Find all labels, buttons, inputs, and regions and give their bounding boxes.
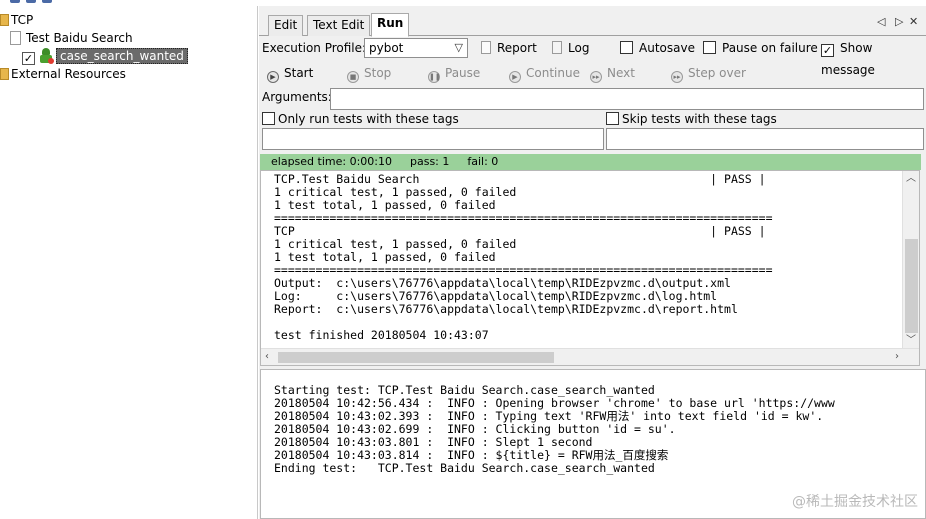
robot-icon [39, 48, 54, 64]
start-button[interactable]: ▶ Start [267, 62, 313, 84]
toolbar-icon[interactable] [26, 0, 36, 3]
watermark: @稀土掘金技术社区 [792, 494, 918, 510]
folder-icon [0, 14, 9, 26]
pause-on-failure-checkbox[interactable] [703, 41, 716, 54]
scroll-up-icon[interactable]: ︿ [906, 172, 916, 186]
execution-profile-label: Execution Profile: [262, 41, 367, 55]
skip-tags-checkbox[interactable] [606, 112, 619, 125]
exclude-tags-input[interactable] [606, 128, 924, 150]
testcase-checkbox[interactable]: ✓ [22, 52, 35, 65]
tab-text-edit[interactable]: Text Edit [307, 15, 371, 36]
tab-run[interactable]: Run [371, 13, 410, 37]
folder-icon [0, 68, 9, 80]
fail-count: fail: 0 [467, 155, 499, 168]
execution-profile-select[interactable]: pybot ▽ [364, 38, 468, 58]
tree-label-testcase: case_search_wanted [56, 48, 188, 64]
tree-node-testcase[interactable]: ✓ case_search_wanted [22, 47, 188, 65]
tree-node-tcp[interactable]: TCP [0, 11, 33, 29]
only-run-tags-label: Only run tests with these tags [278, 112, 459, 126]
pause-on-failure-label: Pause on failure [722, 41, 818, 55]
toolbar-icon[interactable] [10, 0, 20, 3]
pause-label: Pause [445, 66, 481, 80]
skip-tags-label: Skip tests with these tags [622, 112, 777, 126]
arguments-input[interactable] [330, 88, 924, 110]
pause-button[interactable]: ❚❚ Pause [428, 62, 480, 84]
scroll-left-icon[interactable]: ‹ [265, 350, 269, 364]
stop-label: Stop [364, 66, 392, 80]
run-controls: ▶ Start ■ Stop ❚❚ Pause ▶ Continue ▸▸ Next ▸▸… [259, 62, 926, 84]
tree-node-external[interactable]: External Resources [0, 65, 126, 83]
play-icon: ▶ [267, 71, 279, 83]
step-over-icon: ▸▸ [671, 71, 683, 83]
continue-icon: ▶ [509, 71, 521, 83]
project-tree: TCP Test Baidu Search ✓ case_search_wante… [0, 6, 258, 519]
tree-label-external: External Resources [11, 67, 126, 81]
report-button[interactable]: Report [481, 37, 537, 59]
tab-prev-icon[interactable]: ◁ [877, 15, 885, 28]
horizontal-scroll-thumb[interactable] [278, 352, 554, 363]
log-label: Log [568, 41, 590, 55]
start-label: Start [284, 66, 314, 80]
pause-on-failure-toggle[interactable]: Pause on failure [703, 37, 818, 59]
step-over-button[interactable]: ▸▸ Step over [671, 62, 746, 84]
tab-close-icon[interactable]: ✕ [909, 15, 918, 28]
scroll-down-icon[interactable]: ﹀ [906, 334, 916, 348]
log-line: Ending test: TCP.Test Baidu Search.case_… [274, 461, 655, 475]
editor-panel: Edit Text Edit Run ◁ ▷ ✕ Execution Profi… [259, 6, 926, 519]
continue-button[interactable]: ▶ Continue [509, 62, 580, 84]
only-run-tags-checkbox[interactable] [262, 112, 275, 125]
step-over-label: Step over [688, 66, 746, 80]
scroll-right-icon[interactable]: › [895, 350, 899, 364]
next-button[interactable]: ▸▸ Next [590, 62, 635, 84]
tree-label-tcp: TCP [11, 13, 34, 27]
profile-value: pybot [369, 41, 404, 55]
next-label: Next [607, 66, 635, 80]
tab-edit[interactable]: Edit [268, 15, 304, 36]
continue-label: Continue [526, 66, 580, 80]
skip-tags-toggle[interactable]: Skip tests with these tags [606, 108, 777, 130]
vertical-scroll-thumb[interactable] [905, 239, 918, 333]
log-button[interactable]: Log [552, 37, 589, 59]
autosave-checkbox[interactable] [620, 41, 633, 54]
next-icon: ▸▸ [590, 71, 602, 83]
arguments-label: Arguments: [262, 90, 332, 104]
include-tags-input[interactable] [262, 128, 604, 150]
stop-button[interactable]: ■ Stop [347, 62, 391, 84]
tab-bar: Edit Text Edit Run ◁ ▷ ✕ [259, 6, 926, 37]
show-message-checkbox[interactable]: ✓ [821, 44, 834, 57]
autosave-label: Autosave [639, 41, 695, 55]
output-line: Report: c:\users\76776\appdata\local\tem… [274, 302, 738, 316]
pass-count: pass: 1 [409, 155, 450, 168]
log-icon [552, 41, 562, 54]
output-line: test finished 20180504 10:43:07 [274, 328, 489, 342]
report-label: Report [497, 41, 537, 55]
run-status-bar: elapsed time: 0:00:10 pass: 1 fail: 0 [260, 154, 921, 170]
chevron-down-icon: ▽ [454, 41, 463, 54]
toolbar-icon[interactable] [42, 0, 52, 3]
profile-row: Execution Profile: pybot ▽ Report Log Au… [259, 37, 926, 77]
tags-row: Only run tests with these tags Skip test… [259, 108, 926, 130]
only-run-tags-toggle[interactable]: Only run tests with these tags [262, 108, 459, 130]
stop-icon: ■ [347, 71, 359, 83]
output-vertical-scrollbar[interactable]: ︿ ﹀ [902, 171, 919, 349]
output-console[interactable]: TCP.Test Baidu Search | PASS | 1 critica… [260, 170, 920, 366]
autosave-toggle[interactable]: Autosave [620, 37, 695, 59]
tree-node-suite[interactable]: Test Baidu Search [10, 29, 133, 47]
tree-label-suite: Test Baidu Search [26, 31, 133, 45]
file-icon [10, 31, 21, 45]
output-horizontal-scrollbar[interactable]: ‹ › [261, 348, 919, 365]
pause-icon: ❚❚ [428, 71, 441, 83]
tab-next-icon[interactable]: ▷ [895, 15, 903, 28]
report-icon [481, 41, 491, 54]
elapsed-time: elapsed time: 0:00:10 [271, 155, 392, 168]
arguments-row: Arguments: [259, 86, 926, 110]
